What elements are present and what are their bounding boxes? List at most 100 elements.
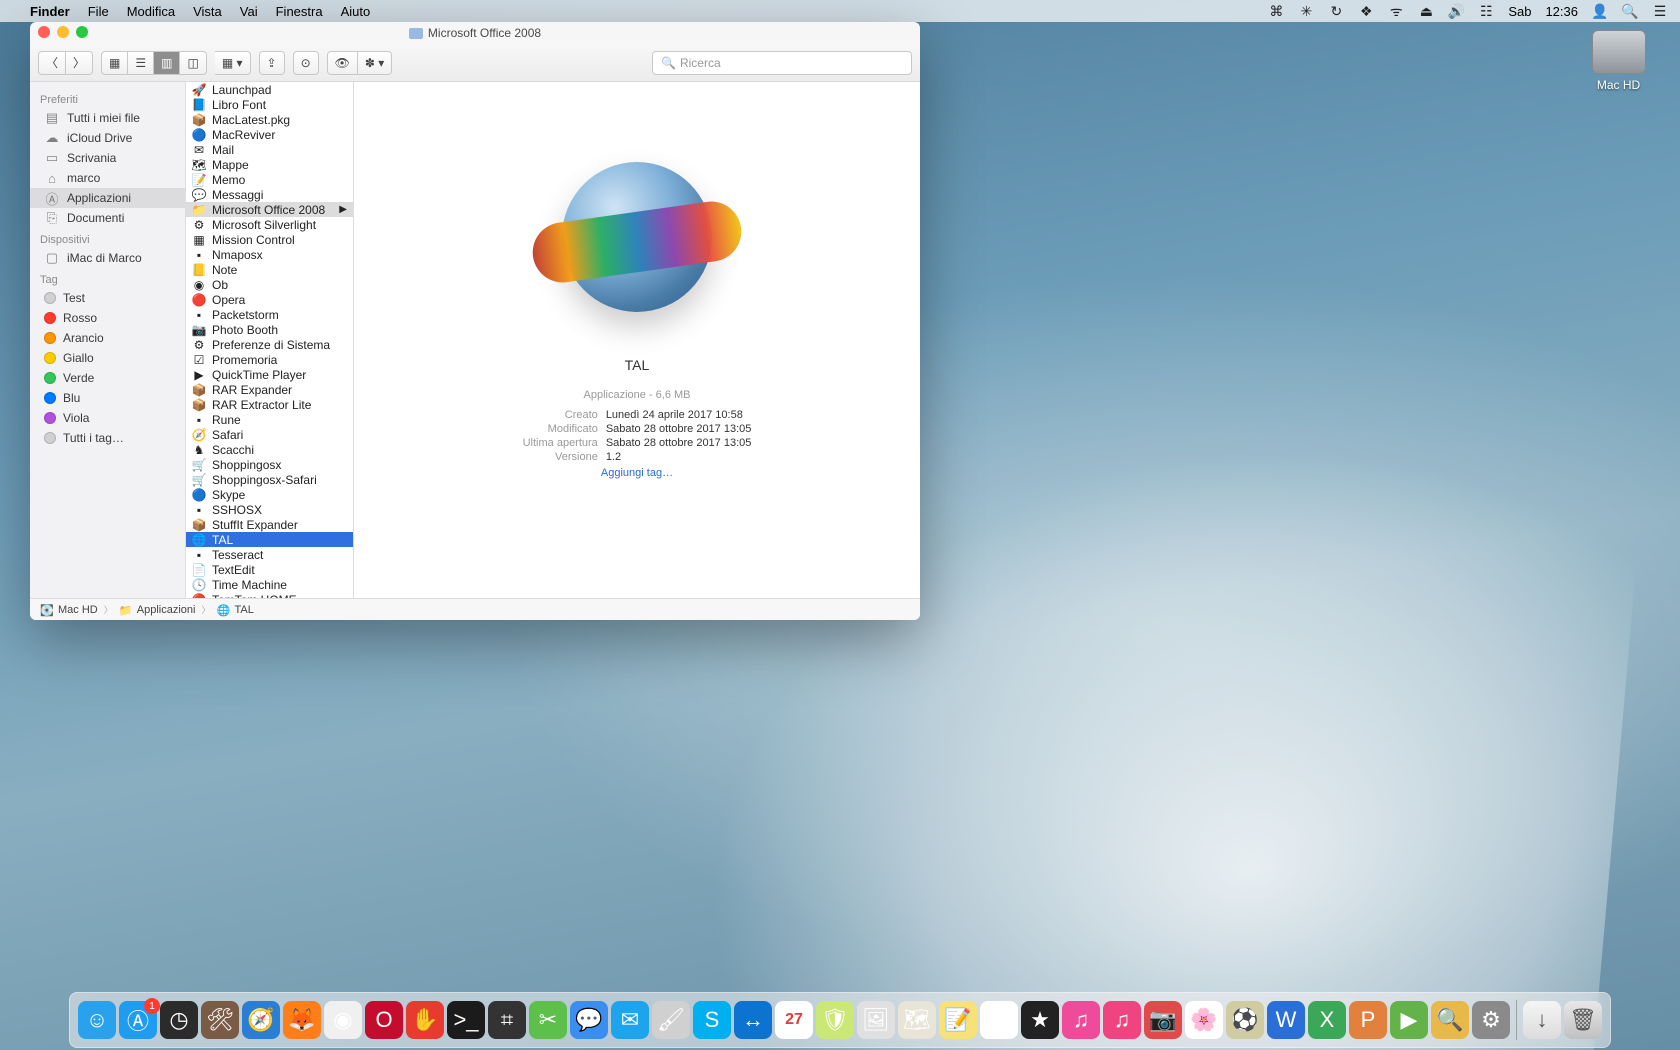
status-volume-icon[interactable]: 🔊 bbox=[1448, 3, 1464, 19]
maximize-button[interactable] bbox=[76, 26, 88, 38]
path-segment[interactable]: 🌐TAL bbox=[216, 604, 253, 616]
file-row[interactable]: 📦MacLatest.pkg bbox=[186, 112, 353, 127]
dock-appstore[interactable]: Ⓐ1 bbox=[119, 1001, 157, 1039]
file-row[interactable]: ⚙Preferenze di Sistema bbox=[186, 337, 353, 352]
file-row[interactable]: 📦RAR Expander bbox=[186, 382, 353, 397]
dock-notes[interactable]: 📝 bbox=[939, 1001, 977, 1039]
view-list-button[interactable]: ☰ bbox=[128, 51, 154, 75]
dock-word[interactable]: W bbox=[1267, 1001, 1305, 1039]
status-day[interactable]: Sab bbox=[1508, 4, 1531, 19]
status-icon-4[interactable]: ❖ bbox=[1358, 3, 1374, 19]
file-row[interactable]: 📒Note bbox=[186, 262, 353, 277]
sidebar-item[interactable]: ⒶApplicazioni bbox=[30, 188, 185, 208]
sidebar-item[interactable]: ▭Scrivania bbox=[30, 148, 185, 168]
sidebar-item[interactable]: Rosso bbox=[30, 308, 185, 328]
dock-excel[interactable]: X bbox=[1308, 1001, 1346, 1039]
status-spotlight-icon[interactable]: 🔍 bbox=[1622, 3, 1638, 19]
status-icon-2[interactable]: ✳ bbox=[1298, 3, 1314, 19]
status-eject-icon[interactable]: ⏏ bbox=[1418, 3, 1434, 19]
dock-preview[interactable]: 🖼 bbox=[857, 1001, 895, 1039]
sidebar-item[interactable]: ▢iMac di Marco bbox=[30, 248, 185, 268]
dock-messages[interactable]: 💬 bbox=[570, 1001, 608, 1039]
dock-hand[interactable]: ✋ bbox=[406, 1001, 444, 1039]
dock-terminal[interactable]: >_ bbox=[447, 1001, 485, 1039]
menu-window[interactable]: Finestra bbox=[276, 4, 323, 19]
dock-opera[interactable]: O bbox=[365, 1001, 403, 1039]
dock-teamviewer[interactable]: ↔ bbox=[734, 1001, 772, 1039]
file-row[interactable]: 📘Libro Font bbox=[186, 97, 353, 112]
dock-calendar[interactable]: 27 bbox=[775, 1001, 813, 1039]
action-button[interactable]: ✽ ▾ bbox=[358, 51, 392, 75]
dock-photobooth[interactable]: 📷 bbox=[1144, 1001, 1182, 1039]
menu-help[interactable]: Aiuto bbox=[341, 4, 371, 19]
menu-edit[interactable]: Modifica bbox=[127, 4, 175, 19]
dock-star[interactable]: ★ bbox=[1021, 1001, 1059, 1039]
sidebar-item[interactable]: ⌂marco bbox=[30, 168, 185, 188]
file-row[interactable]: 📦RAR Extractor Lite bbox=[186, 397, 353, 412]
file-row[interactable]: 💬Messaggi bbox=[186, 187, 353, 202]
dock-activity[interactable]: ◷ bbox=[160, 1001, 198, 1039]
file-row[interactable]: 📝Memo bbox=[186, 172, 353, 187]
view-icons-button[interactable]: ▦ bbox=[101, 51, 128, 75]
sidebar-item[interactable]: Verde bbox=[30, 368, 185, 388]
file-row[interactable]: ▪SSHOSX bbox=[186, 502, 353, 517]
menu-file[interactable]: File bbox=[88, 4, 109, 19]
menu-view[interactable]: Vista bbox=[193, 4, 222, 19]
path-segment[interactable]: 📁Applicazioni bbox=[119, 604, 196, 616]
file-row[interactable]: 🗺Mappe bbox=[186, 157, 353, 172]
menu-go[interactable]: Vai bbox=[240, 4, 258, 19]
view-gallery-button[interactable]: ◫ bbox=[180, 51, 206, 75]
forward-button[interactable]: 〉 bbox=[66, 51, 93, 75]
quicklook-button[interactable]: 👁 bbox=[327, 51, 358, 75]
file-row[interactable]: ♞Scacchi bbox=[186, 442, 353, 457]
file-row[interactable]: 🔵Skype bbox=[186, 487, 353, 502]
sidebar-item[interactable]: Arancio bbox=[30, 328, 185, 348]
dock-powerpoint[interactable]: P bbox=[1349, 1001, 1387, 1039]
titlebar[interactable]: Microsoft Office 2008 bbox=[30, 22, 920, 44]
file-row[interactable]: ▶QuickTime Player bbox=[186, 367, 353, 382]
file-row[interactable]: ▪Nmaposx bbox=[186, 247, 353, 262]
file-row[interactable]: ⚙Microsoft Silverlight bbox=[186, 217, 353, 232]
search-field[interactable]: 🔍 Ricerca bbox=[652, 51, 912, 75]
file-row[interactable]: 🛒Shoppingosx bbox=[186, 457, 353, 472]
minimize-button[interactable] bbox=[57, 26, 69, 38]
sidebar-item[interactable]: Test bbox=[30, 288, 185, 308]
tags-button[interactable]: ⊙ bbox=[293, 51, 319, 75]
path-segment[interactable]: 💽Mac HD bbox=[40, 604, 98, 616]
view-columns-button[interactable]: ▥ bbox=[154, 51, 180, 75]
file-row[interactable]: ◉Ob bbox=[186, 277, 353, 292]
close-button[interactable] bbox=[38, 26, 50, 38]
status-notifications-icon[interactable]: ☰ bbox=[1652, 3, 1668, 19]
dock-search[interactable]: 🔍 bbox=[1431, 1001, 1469, 1039]
dock-skype[interactable]: S bbox=[693, 1001, 731, 1039]
dock-utilities[interactable]: 🛠 bbox=[201, 1001, 239, 1039]
file-row[interactable]: 🧭Safari bbox=[186, 427, 353, 442]
back-button[interactable]: 〈 bbox=[38, 51, 66, 75]
dock-chrome[interactable]: ◉ bbox=[324, 1001, 362, 1039]
dock-firefox[interactable]: 🦊 bbox=[283, 1001, 321, 1039]
dock-calc[interactable]: ⌗ bbox=[488, 1001, 526, 1039]
dock-brush[interactable]: 🖌 bbox=[652, 1001, 690, 1039]
dock-clamxav[interactable]: 🛡 bbox=[816, 1001, 854, 1039]
sidebar-item[interactable]: ☁iCloud Drive bbox=[30, 128, 185, 148]
dock-trash[interactable]: 🗑 bbox=[1564, 1001, 1602, 1039]
dock-reminders[interactable]: ☑ bbox=[980, 1001, 1018, 1039]
dock-photos[interactable]: 🌸 bbox=[1185, 1001, 1223, 1039]
status-date-icon[interactable]: ☷ bbox=[1478, 3, 1494, 19]
file-row[interactable]: 📄TextEdit bbox=[186, 562, 353, 577]
sidebar-item[interactable]: Viola bbox=[30, 408, 185, 428]
file-row[interactable]: 🛒Shoppingosx-Safari bbox=[186, 472, 353, 487]
app-menu[interactable]: Finder bbox=[30, 4, 70, 19]
file-row[interactable]: 🔴Opera bbox=[186, 292, 353, 307]
dock-mail[interactable]: ✉ bbox=[611, 1001, 649, 1039]
status-timemachine-icon[interactable]: ↻ bbox=[1328, 3, 1344, 19]
file-row[interactable]: ▪Tesseract bbox=[186, 547, 353, 562]
file-row[interactable]: 🌐TAL bbox=[186, 532, 353, 547]
file-row[interactable]: ☑Promemoria bbox=[186, 352, 353, 367]
arrange-button[interactable]: ▦ ▾ bbox=[215, 51, 251, 75]
share-button[interactable]: ⇪ bbox=[259, 51, 285, 75]
status-time[interactable]: 12:36 bbox=[1545, 4, 1578, 19]
dock-finder[interactable]: ☺ bbox=[78, 1001, 116, 1039]
file-row[interactable]: ▦Mission Control bbox=[186, 232, 353, 247]
file-row[interactable]: 📁Microsoft Office 2008▶ bbox=[186, 202, 353, 217]
